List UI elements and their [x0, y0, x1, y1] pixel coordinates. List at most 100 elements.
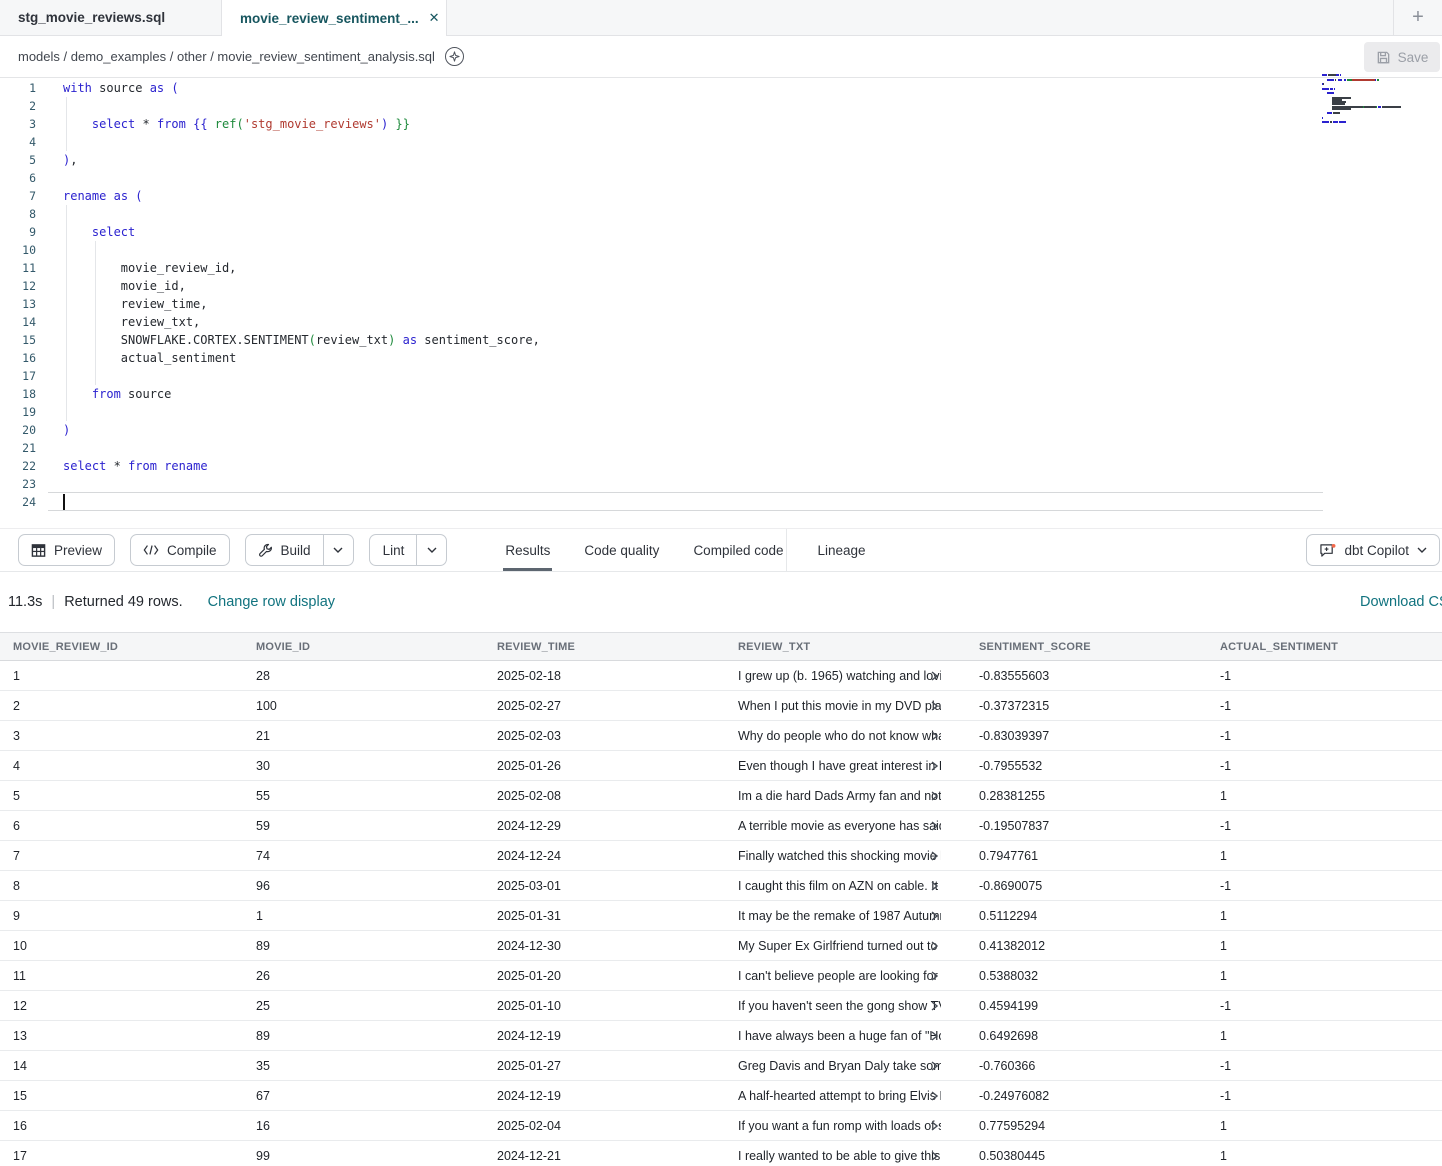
cell-movie_id: 59 — [243, 819, 484, 833]
code-line: 14 review_txt, — [0, 313, 1442, 331]
line-number: 14 — [0, 313, 36, 331]
chevron-right-icon — [931, 1031, 938, 1041]
code-line: 12 movie_id, — [0, 277, 1442, 295]
table-row: 15672024-12-19A half-hearted attempt to … — [0, 1081, 1442, 1111]
build-label[interactable]: Build — [273, 543, 323, 558]
expand-cell-button[interactable] — [931, 911, 938, 921]
cell-movie_id: 16 — [243, 1119, 484, 1133]
cell-review_txt: I caught this film on AZN on cable. It s… — [725, 879, 966, 893]
expand-cell-button[interactable] — [931, 821, 938, 831]
code-text — [36, 169, 63, 187]
chevron-right-icon — [931, 761, 938, 771]
cell-review_time: 2025-02-18 — [484, 669, 725, 683]
expand-cell-button[interactable] — [931, 1001, 938, 1011]
active-line-highlight — [48, 492, 1323, 511]
cell-review_time: 2025-02-04 — [484, 1119, 725, 1133]
expand-cell-button[interactable] — [931, 1061, 938, 1071]
results-tab-results[interactable]: Results — [503, 529, 552, 571]
cell-review_time: 2024-12-21 — [484, 1149, 725, 1163]
lint-dropdown-button[interactable] — [416, 535, 446, 565]
code-text: SNOWFLAKE.CORTEX.SENTIMENT(review_txt) a… — [36, 331, 540, 349]
chevron-right-icon — [931, 971, 938, 981]
chevron-right-icon — [931, 1001, 938, 1011]
table-row: 14352025-01-27Greg Davis and Bryan Daly … — [0, 1051, 1442, 1081]
expand-cell-button[interactable] — [931, 1031, 938, 1041]
chevron-right-icon — [931, 791, 938, 801]
cell-sentiment_score: 0.28381255 — [966, 789, 1207, 803]
results-table: MOVIE_REVIEW_IDMOVIE_IDREVIEW_TIMEREVIEW… — [0, 632, 1442, 1166]
chevron-right-icon — [931, 1091, 938, 1101]
cell-movie_review_id: 14 — [0, 1059, 243, 1073]
cell-movie_id: 100 — [243, 699, 484, 713]
expand-cell-button[interactable] — [931, 1151, 938, 1161]
cell-review_txt: I can't believe people are looking for a… — [725, 969, 966, 983]
cell-sentiment_score: 0.4594199 — [966, 999, 1207, 1013]
cell-actual_sentiment: 1 — [1207, 909, 1442, 923]
compile-button[interactable]: Compile — [130, 534, 230, 566]
chevron-right-icon — [931, 701, 938, 711]
table-row: 11262025-01-20I can't believe people are… — [0, 961, 1442, 991]
review-text: Greg Davis and Bryan Daly take some … — [738, 1059, 941, 1073]
cell-review_time: 2024-12-30 — [484, 939, 725, 953]
cell-sentiment_score: 0.5388032 — [966, 969, 1207, 983]
code-text: movie_id, — [36, 277, 186, 295]
indent-guide — [95, 241, 96, 385]
line-number: 2 — [0, 97, 36, 115]
editor-minimap[interactable] — [1322, 74, 1400, 128]
table-grid-icon — [31, 543, 46, 558]
code-line: 16 actual_sentiment — [0, 349, 1442, 367]
plus-icon: + — [1412, 6, 1424, 29]
tab-movie-review-sentiment-analysis[interactable]: movie_review_sentiment_... ✕ — [222, 0, 447, 36]
review-text: Even though I have great interest in Bi… — [738, 759, 941, 773]
new-tab-button[interactable]: + — [1393, 0, 1442, 35]
tab-stg-movie-reviews[interactable]: stg_movie_reviews.sql — [0, 0, 222, 35]
expand-cell-button[interactable] — [931, 1121, 938, 1131]
line-number: 12 — [0, 277, 36, 295]
expand-cell-button[interactable] — [931, 701, 938, 711]
code-text: rename as ( — [36, 187, 143, 205]
cell-review_time: 2025-01-31 — [484, 909, 725, 923]
build-dropdown-button[interactable] — [323, 535, 353, 565]
cell-actual_sentiment: 1 — [1207, 1029, 1442, 1043]
query-status-bar: 11.3s | Returned 49 rows. Change row dis… — [0, 572, 1442, 632]
code-line: 20) — [0, 421, 1442, 439]
chevron-right-icon — [931, 881, 938, 891]
close-icon[interactable]: ✕ — [429, 10, 440, 26]
divider: | — [51, 594, 55, 610]
save-button[interactable]: Save — [1364, 42, 1440, 72]
lint-label[interactable]: Lint — [370, 543, 417, 558]
cell-movie_review_id: 4 — [0, 759, 243, 773]
code-text — [36, 367, 63, 385]
cell-movie_id: 35 — [243, 1059, 484, 1073]
sql-code-editor[interactable]: 1with source as (23 select * from {{ ref… — [0, 78, 1442, 528]
expand-cell-button[interactable] — [931, 761, 938, 771]
cell-review_txt: If you want a fun romp with loads of s… — [725, 1119, 966, 1133]
code-text: review_time, — [36, 295, 208, 313]
cell-review_time: 2024-12-24 — [484, 849, 725, 863]
expand-cell-button[interactable] — [931, 671, 938, 681]
cell-review_txt: If you haven't seen the gong show TV s… — [725, 999, 966, 1013]
expand-cell-button[interactable] — [931, 791, 938, 801]
review-text: A half-hearted attempt to bring Elvis P… — [738, 1089, 941, 1103]
results-tab-strip: Results Code quality Compiled code Lineage — [503, 529, 897, 571]
expand-cell-button[interactable] — [931, 1091, 938, 1101]
expand-cell-button[interactable] — [931, 971, 938, 981]
results-tab-code-quality[interactable]: Code quality — [582, 529, 661, 571]
expand-cell-button[interactable] — [931, 881, 938, 891]
expand-cell-button[interactable] — [931, 731, 938, 741]
expand-cell-button[interactable] — [931, 851, 938, 861]
copilot-badge-button[interactable] — [445, 47, 464, 66]
cell-review_txt: A half-hearted attempt to bring Elvis P… — [725, 1089, 966, 1103]
change-row-display-link[interactable]: Change row display — [208, 594, 335, 610]
expand-cell-button[interactable] — [931, 941, 938, 951]
dbt-copilot-button[interactable]: dbt Copilot — [1306, 534, 1440, 566]
code-text — [36, 439, 63, 457]
results-tab-lineage[interactable]: Lineage — [816, 529, 868, 571]
table-row: 12252025-01-10If you haven't seen the go… — [0, 991, 1442, 1021]
build-split-button: Build — [245, 534, 354, 566]
download-csv-link[interactable]: Download CSV — [1360, 594, 1442, 610]
wrench-icon[interactable] — [258, 543, 273, 558]
review-text: My Super Ex Girlfriend turned out to b… — [738, 939, 941, 953]
preview-button[interactable]: Preview — [18, 534, 115, 566]
results-tab-compiled-code[interactable]: Compiled code — [691, 529, 785, 571]
